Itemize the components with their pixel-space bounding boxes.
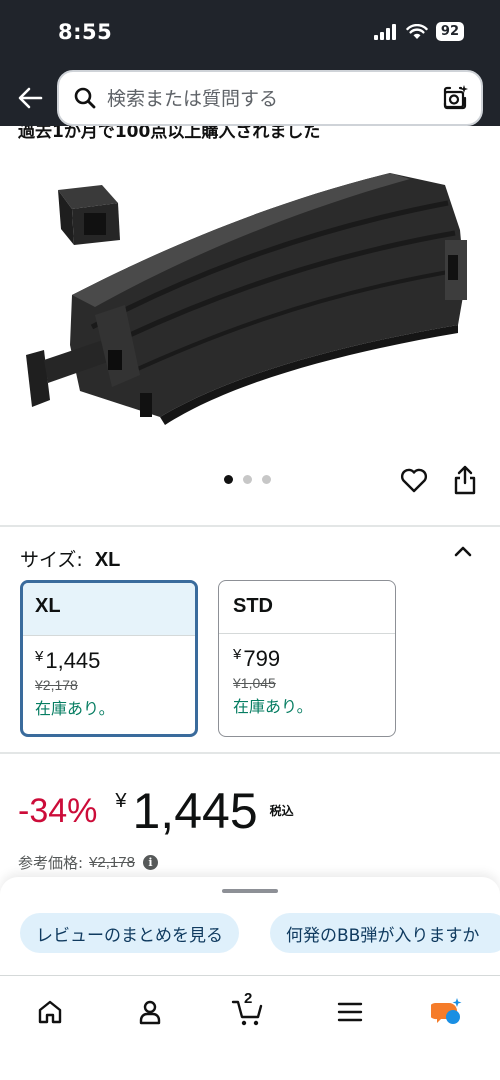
info-icon[interactable]: i: [142, 855, 158, 870]
size-option-price: ¥799: [233, 646, 281, 671]
carousel-dot[interactable]: [262, 475, 271, 484]
heart-icon[interactable]: [399, 465, 429, 495]
section-divider: [0, 752, 500, 754]
person-icon: [139, 1000, 161, 1025]
search-box[interactable]: [57, 70, 483, 126]
size-selector-label: サイズ: XL: [20, 545, 120, 572]
size-option-xl[interactable]: XL ¥1,445 ¥2,178 在庫あり。: [20, 580, 198, 737]
tax-included-label: 税込: [269, 804, 294, 818]
wifi-icon: [406, 23, 428, 39]
tab-menu[interactable]: [330, 994, 370, 1030]
cellular-signal-icon: [373, 23, 396, 40]
tab-rufus[interactable]: [428, 994, 468, 1030]
reference-price: 参考価格: ¥2,178 i: [18, 852, 158, 873]
camera-search-icon[interactable]: [441, 84, 469, 112]
size-option-stock: 在庫あり。: [35, 699, 115, 718]
search-input[interactable]: [107, 84, 427, 114]
chip-review-summary[interactable]: レビューのまとめを見る: [20, 913, 239, 953]
back-button[interactable]: [14, 82, 46, 114]
reference-price-value: ¥2,178: [89, 854, 135, 871]
sheet-grab-handle[interactable]: [222, 889, 278, 893]
reference-price-label: 参考価格:: [18, 854, 84, 872]
price-row: -34% ¥ 1,445 税込: [18, 782, 294, 840]
carousel-dot-active[interactable]: [224, 475, 233, 484]
size-option-price: ¥1,445: [35, 648, 101, 673]
loader-cap-shape: [58, 185, 120, 245]
image-carousel-dots: [224, 475, 271, 484]
sheet-divider: [0, 975, 500, 976]
status-bar: 8:55 92: [0, 0, 500, 70]
size-option-list-price: ¥2,178: [35, 677, 78, 693]
carousel-dot[interactable]: [243, 475, 252, 484]
bottom-tab-bar: 2: [0, 982, 500, 1042]
share-icon[interactable]: [451, 464, 479, 496]
size-selected-value: XL: [94, 549, 121, 571]
size-option-std[interactable]: STD ¥799 ¥1,045 在庫あり。: [218, 580, 396, 737]
price-amount: 1,445: [132, 783, 258, 839]
product-image[interactable]: [0, 145, 500, 465]
top-header: [0, 70, 500, 126]
discount-percent: -34%: [18, 792, 98, 830]
purchase-count-banner: 過去1か月で100点以上購入されました: [18, 126, 488, 142]
chip-bb-question[interactable]: 何発のBB弾が入りますか: [270, 913, 500, 953]
menu-icon: [337, 1002, 363, 1022]
cart-count-badge: 2: [244, 990, 253, 1007]
status-time: 8:55: [58, 20, 113, 44]
price-currency: ¥: [115, 790, 127, 812]
size-label-text: サイズ:: [20, 549, 83, 571]
status-icons: 92: [373, 22, 464, 41]
banner-text: 過去1か月で100点以上購入されました: [18, 126, 321, 142]
home-icon: [38, 1000, 62, 1024]
tab-home[interactable]: [30, 994, 70, 1030]
battery-indicator: 92: [435, 22, 464, 41]
size-option-stock: 在庫あり。: [233, 697, 313, 716]
tab-account[interactable]: [130, 994, 170, 1030]
size-option-list-price: ¥1,045: [233, 675, 276, 691]
rufus-assistant-icon: [431, 998, 462, 1024]
chevron-up-icon[interactable]: [450, 540, 476, 562]
section-divider: [0, 525, 500, 527]
size-option-name: XL: [23, 583, 195, 636]
back-arrow-icon: [18, 87, 43, 109]
size-option-name: STD: [219, 581, 395, 634]
tab-cart[interactable]: 2: [228, 990, 268, 1030]
search-icon: [74, 87, 96, 109]
bottom-sheet: レビューのまとめを見る 何発のBB弾が入りますか 2: [0, 877, 500, 1080]
